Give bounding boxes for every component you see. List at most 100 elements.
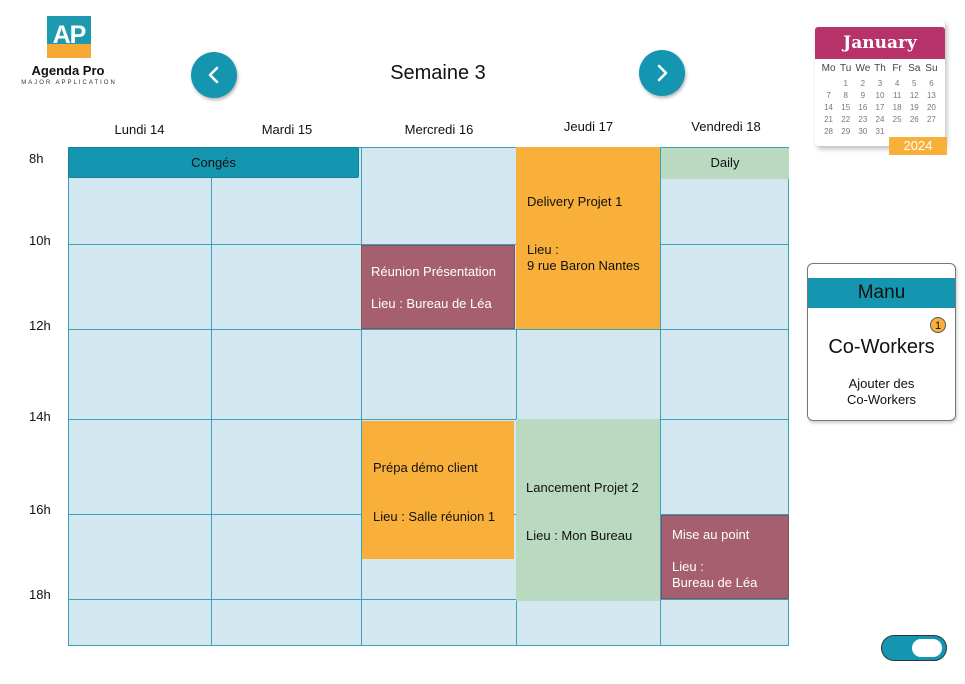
next-week-button[interactable]: [639, 50, 685, 96]
calendar-day[interactable]: 10: [871, 90, 888, 101]
grid-divider: [361, 147, 362, 646]
day-header-monday: Lundi 14: [114, 122, 165, 137]
event-location: Bureau de Léa: [672, 575, 758, 590]
event-title: Lancement Projet 2: [526, 480, 639, 495]
calendar-day[interactable]: 3: [871, 78, 888, 89]
calendar-day[interactable]: 8: [837, 90, 854, 101]
weekday-label: Mo: [821, 63, 836, 74]
calendar-day[interactable]: 18: [889, 102, 906, 113]
calendar-day[interactable]: 16: [854, 102, 871, 113]
event-title: Mise au point: [672, 527, 750, 542]
calendar-day[interactable]: 28: [820, 126, 837, 137]
weekday-label: Th: [874, 63, 886, 74]
event-conges[interactable]: Congés: [68, 147, 359, 178]
calendar-day[interactable]: 27: [923, 114, 940, 125]
event-location-label: Lieu :: [527, 242, 559, 257]
calendar-day[interactable]: 5: [906, 78, 923, 89]
event-title: Prépa démo client: [373, 460, 478, 475]
calendar-day[interactable]: 14: [820, 102, 837, 113]
weekday-label: We: [855, 63, 871, 74]
day-header-friday: Vendredi 18: [691, 119, 761, 134]
weekday-label: Sa: [908, 63, 921, 74]
calendar-day[interactable]: 1: [837, 78, 854, 89]
event-location-label: Lieu :: [672, 559, 704, 574]
calendar-day[interactable]: 29: [837, 126, 854, 137]
hour-label-10: 10h: [29, 233, 51, 248]
calendar-day[interactable]: 9: [854, 90, 871, 101]
weekday-label: Su: [925, 63, 938, 74]
calendar-day: [820, 78, 837, 89]
event-title: Delivery Projet 1: [527, 194, 623, 209]
grid-divider: [68, 329, 789, 330]
event-title: Congés: [191, 155, 236, 170]
event-location: Lieu : Bureau de Léa: [371, 296, 492, 311]
calendar-day[interactable]: 26: [906, 114, 923, 125]
calendar-day[interactable]: 19: [906, 102, 923, 113]
calendar-day[interactable]: 15: [837, 102, 854, 113]
calendar-day: [906, 126, 923, 137]
calendar-day[interactable]: 12: [906, 90, 923, 101]
calendar-day[interactable]: 20: [923, 102, 940, 113]
event-title: Réunion Présentation: [371, 264, 497, 279]
event-daily[interactable]: Daily: [661, 148, 789, 179]
event-lancement-projet-2[interactable]: Lancement Projet 2 Lieu : Mon Bureau: [516, 419, 660, 601]
calendar-day[interactable]: 23: [854, 114, 871, 125]
toggle-switch[interactable]: [881, 635, 947, 661]
calendar-day[interactable]: 24: [871, 114, 888, 125]
current-user-name: Manu: [808, 278, 955, 308]
event-mise-au-point[interactable]: Mise au point Lieu : Bureau de Léa: [661, 515, 789, 599]
mini-calendar-header: January: [815, 27, 945, 59]
event-prepa-demo-client[interactable]: Prépa démo client Lieu : Salle réunion 1: [362, 421, 514, 559]
app-name: Agenda Pro: [31, 63, 105, 78]
mini-calendar-month: January: [843, 33, 917, 53]
calendar-day: [923, 126, 940, 137]
event-delivery-projet-1[interactable]: Delivery Projet 1 Lieu : 9 rue Baron Nan…: [516, 147, 660, 329]
event-location: 9 rue Baron Nantes: [527, 258, 640, 273]
calendar-day[interactable]: 7: [820, 90, 837, 101]
chevron-left-icon: [208, 66, 219, 84]
toggle-knob: [912, 639, 942, 657]
coworkers-card: Manu 1 Co-Workers Ajouter des Co-Workers: [807, 263, 956, 421]
grid-divider: [68, 599, 789, 600]
hour-label-14: 14h: [29, 409, 51, 424]
event-location: Lieu : Mon Bureau: [526, 528, 633, 543]
calendar-day[interactable]: 25: [889, 114, 906, 125]
event-reunion-presentation[interactable]: Réunion Présentation Lieu : Bureau de Lé…: [361, 245, 515, 329]
day-header-tuesday: Mardi 15: [261, 122, 313, 137]
calendar-day[interactable]: 31: [871, 126, 888, 137]
day-header-wednesday: Mercredi 16: [404, 122, 474, 137]
app-tagline: MAJOR APPLICATION: [21, 80, 117, 86]
calendar-day[interactable]: 30: [854, 126, 871, 137]
weekday-label: Fr: [892, 63, 902, 74]
add-coworkers-line-1: Ajouter des: [848, 376, 915, 391]
weekday-label: Tu: [840, 63, 852, 74]
calendar-day[interactable]: 21: [820, 114, 837, 125]
mini-calendar-year: 2024: [889, 137, 947, 155]
hour-label-16: 16h: [29, 502, 51, 517]
hour-label-12: 12h: [29, 318, 51, 333]
previous-week-button[interactable]: [191, 52, 237, 98]
mini-calendar-days: 1 2 3 4 5 6 7 8 9 10 11 12 13 14 15 16 17 18 19 20 21 22 23 24 2…: [820, 78, 940, 137]
hour-label-8: 8h: [29, 151, 44, 166]
coworkers-title: Co-Workers: [828, 336, 935, 358]
calendar-day[interactable]: 4: [889, 78, 906, 89]
calendar-day[interactable]: 17: [871, 102, 888, 113]
hour-label-18: 18h: [29, 587, 51, 602]
calendar-day: [889, 126, 906, 137]
event-location: Lieu : Salle réunion 1: [373, 509, 496, 524]
calendar-day[interactable]: 13: [923, 90, 940, 101]
week-title: Semaine 3: [390, 62, 486, 84]
mini-calendar-weekdays: Mo Tu We Th Fr Sa Su: [820, 63, 940, 74]
grid-divider: [68, 419, 789, 420]
add-coworkers-line-2: Co-Workers: [846, 392, 917, 407]
logo-mark-text: AP: [52, 21, 87, 49]
calendar-day[interactable]: 22: [837, 114, 854, 125]
calendar-day[interactable]: 6: [923, 78, 940, 89]
grid-divider: [211, 147, 212, 646]
calendar-day[interactable]: 11: [889, 90, 906, 101]
event-title: Daily: [710, 155, 740, 170]
add-coworkers-button[interactable]: Ajouter des Co-Workers: [818, 376, 945, 408]
mini-calendar[interactable]: January Mo Tu We Th Fr Sa Su 1 2 3 4 5 6 7 8 9 10…: [815, 20, 947, 155]
calendar-day[interactable]: 2: [854, 78, 871, 89]
chevron-right-icon: [657, 64, 668, 82]
